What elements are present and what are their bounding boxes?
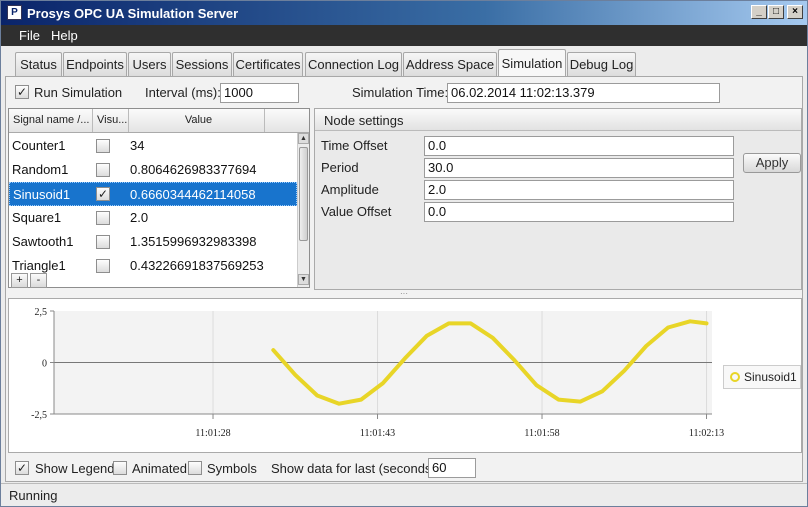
chart-legend: Sinusoid1 xyxy=(723,365,801,389)
signal-visible-checkbox[interactable]: ✓ xyxy=(96,187,110,201)
y-tick-label: -2,5 xyxy=(31,410,47,421)
signal-value: 1.3515996932983398 xyxy=(130,234,257,249)
maximize-button[interactable]: □ xyxy=(768,5,784,19)
signal-name: Square1 xyxy=(12,210,62,225)
signal-name: Sawtooth1 xyxy=(12,234,74,249)
legend-series-label: Sinusoid1 xyxy=(744,370,797,384)
scroll-up-arrow-icon[interactable]: ▲ xyxy=(298,133,309,144)
time-offset-label: Time Offset xyxy=(321,138,388,153)
animated-checkbox[interactable] xyxy=(113,461,127,475)
tab-connection-log[interactable]: Connection Log xyxy=(305,52,402,76)
node-settings-header: Node settings xyxy=(315,109,801,131)
animated-label: Animated xyxy=(132,461,187,476)
x-tick-label: 11:01:43 xyxy=(360,428,395,439)
y-tick-label: 2,5 xyxy=(35,307,48,318)
interval-label: Interval (ms): xyxy=(145,85,221,100)
close-button[interactable]: × xyxy=(787,5,803,19)
chart-options-bar: ✓ Show Legend Animated Symbols Show data… xyxy=(6,456,802,482)
signal-name: Random1 xyxy=(12,162,69,177)
y-tick-label: 0 xyxy=(42,359,47,370)
interval-input[interactable]: 1000 xyxy=(220,83,299,103)
column-value[interactable]: Value xyxy=(129,109,265,132)
scroll-down-arrow-icon[interactable]: ▼ xyxy=(298,274,309,285)
x-tick-label: 11:01:28 xyxy=(195,428,230,439)
signal-row-sinusoid1[interactable]: Sinusoid1 ✓ 0.6660344462114058 xyxy=(9,182,297,206)
menu-file[interactable]: File xyxy=(19,28,40,43)
tab-simulation[interactable]: Simulation xyxy=(498,49,566,76)
signal-value: 34 xyxy=(130,138,145,153)
title-bar[interactable]: P Prosys OPC UA Simulation Server _ □ × xyxy=(1,1,807,25)
time-offset-input[interactable]: 0.0 xyxy=(424,136,734,156)
horizontal-splitter[interactable]: ··· xyxy=(6,290,802,298)
show-data-seconds-input[interactable]: 60 xyxy=(428,458,476,478)
period-label: Period xyxy=(321,160,359,175)
tab-users[interactable]: Users xyxy=(128,52,171,76)
window-title: Prosys OPC UA Simulation Server xyxy=(27,6,239,21)
signal-table-header: Signal name /... Visu... Value xyxy=(9,109,309,133)
signal-row-sawtooth1[interactable]: Sawtooth1 1.3515996932983398 xyxy=(9,230,297,254)
app-icon: P xyxy=(7,5,22,20)
column-visible[interactable]: Visu... xyxy=(93,109,129,132)
signal-visible-checkbox[interactable] xyxy=(96,211,110,225)
signal-value: 2.0 xyxy=(130,210,149,225)
tab-certificates[interactable]: Certificates xyxy=(233,52,303,76)
scrollbar-thumb[interactable] xyxy=(299,147,308,241)
signal-row-random1[interactable]: Random1 0.8064626983377694 xyxy=(9,158,297,182)
signal-value: 0.43226691837569253 xyxy=(130,258,264,273)
show-legend-label: Show Legend xyxy=(35,461,115,476)
tab-bar: Status Endpoints Users Sessions Certific… xyxy=(5,49,803,76)
app-window: P Prosys OPC UA Simulation Server _ □ × … xyxy=(0,0,808,507)
x-tick-label: 11:01:58 xyxy=(524,428,559,439)
signal-visible-checkbox[interactable] xyxy=(96,235,110,249)
legend-symbol-icon xyxy=(730,372,740,382)
node-settings-panel: Node settings Time Offset 0.0 Period 30.… xyxy=(314,108,802,290)
signal-row-counter1[interactable]: Counter1 34 xyxy=(9,134,297,158)
signal-name: Counter1 xyxy=(12,138,66,153)
signal-visible-checkbox[interactable] xyxy=(96,163,110,177)
menu-help[interactable]: Help xyxy=(51,28,78,43)
signal-name: Sinusoid1 xyxy=(13,187,71,202)
signal-table: Signal name /... Visu... Value Counter1 … xyxy=(8,108,310,288)
remove-signal-button[interactable]: - xyxy=(30,273,47,288)
run-simulation-label: Run Simulation xyxy=(34,85,123,100)
menu-bar: File Help xyxy=(1,25,807,46)
signal-visible-checkbox[interactable] xyxy=(96,259,110,273)
simulation-time-field: 06.02.2014 11:02:13.379 xyxy=(447,83,720,103)
show-legend-checkbox[interactable]: ✓ xyxy=(15,461,29,475)
tab-sessions[interactable]: Sessions xyxy=(172,52,232,76)
period-input[interactable]: 30.0 xyxy=(424,158,734,178)
tab-debug-log[interactable]: Debug Log xyxy=(567,52,636,76)
amplitude-input[interactable]: 2.0 xyxy=(424,180,734,200)
symbols-checkbox[interactable] xyxy=(188,461,202,475)
signal-visible-checkbox[interactable] xyxy=(96,139,110,153)
signal-value: 0.8064626983377694 xyxy=(130,162,257,177)
sinusoid-chart: 2,5 0 -2,5 11:01:28 11:01:43 11:01:58 11:02:13 xyxy=(31,307,724,439)
column-signal-name[interactable]: Signal name /... xyxy=(9,109,93,132)
tab-address-space[interactable]: Address Space xyxy=(403,52,497,76)
simulation-panel: ✓ Run Simulation Interval (ms): 1000 Sim… xyxy=(5,76,803,482)
signal-value: 0.6660344462114058 xyxy=(130,187,256,202)
signal-name: Triangle1 xyxy=(12,258,66,273)
chart-area: 2,5 0 -2,5 11:01:28 11:01:43 11:01:58 11:02:13… xyxy=(8,298,802,453)
signal-table-scrollbar[interactable]: ▲ ▼ xyxy=(297,133,309,287)
amplitude-label: Amplitude xyxy=(321,182,379,197)
x-tick-label: 11:02:13 xyxy=(689,428,724,439)
run-simulation-checkbox[interactable]: ✓ xyxy=(15,85,29,99)
signal-row-triangle1[interactable]: Triangle1 0.43226691837569253 xyxy=(9,254,297,278)
value-offset-label: Value Offset xyxy=(321,204,392,219)
simulation-time-label: Simulation Time: xyxy=(352,85,449,100)
apply-button[interactable]: Apply xyxy=(743,153,801,173)
show-data-label: Show data for last (seconds) xyxy=(271,461,436,476)
minimize-button[interactable]: _ xyxy=(751,5,767,19)
symbols-label: Symbols xyxy=(207,461,257,476)
value-offset-input[interactable]: 0.0 xyxy=(424,202,734,222)
add-signal-button[interactable]: + xyxy=(11,273,28,288)
tab-endpoints[interactable]: Endpoints xyxy=(63,52,127,76)
tab-status[interactable]: Status xyxy=(15,52,62,76)
node-settings-title: Node settings xyxy=(324,113,404,128)
status-bar: Running xyxy=(1,483,807,506)
signal-row-square1[interactable]: Square1 2.0 xyxy=(9,206,297,230)
status-text: Running xyxy=(9,488,58,503)
